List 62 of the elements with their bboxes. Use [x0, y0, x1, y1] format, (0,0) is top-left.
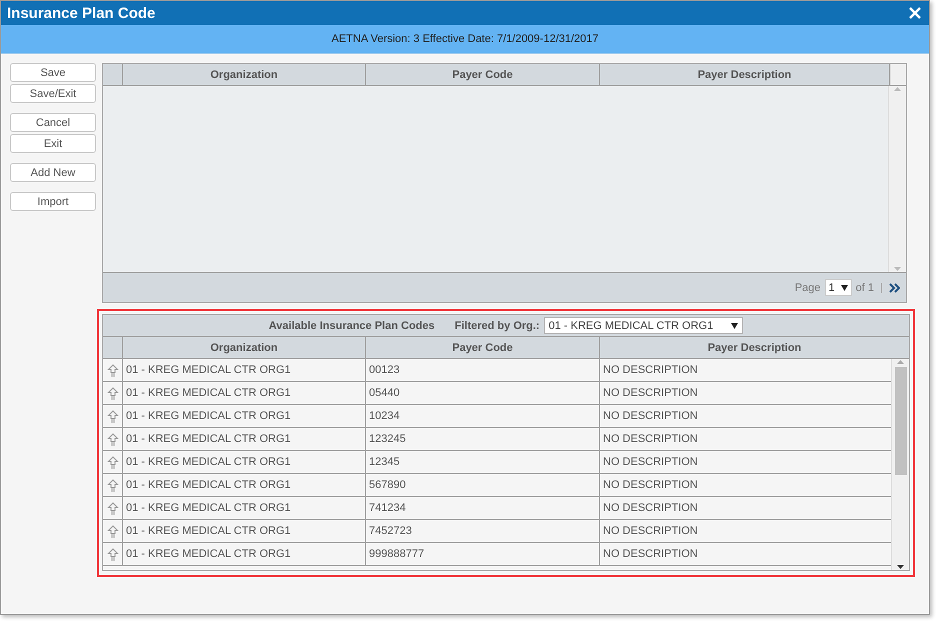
- window-title: Insurance Plan Code: [7, 4, 156, 22]
- organization-cell: 01 - KREG MEDICAL CTR ORG1: [123, 428, 366, 450]
- column-header[interactable]: Organization: [123, 64, 366, 85]
- column-header[interactable]: Organization: [123, 337, 366, 358]
- grid-caption: Available Insurance Plan Codes: [268, 320, 435, 332]
- last-page-icon[interactable]: [889, 282, 900, 292]
- payer-code-cell: 567890: [366, 474, 600, 496]
- move-up-icon[interactable]: [106, 364, 118, 376]
- action-button[interactable]: Cancel: [10, 113, 96, 132]
- move-up-icon[interactable]: [106, 432, 118, 446]
- payer-description-cell-text: NO DESCRIPTION: [602, 432, 699, 447]
- scrollbar[interactable]: [891, 359, 909, 570]
- action-button[interactable]: Import: [10, 192, 96, 211]
- move-up-icon[interactable]: [106, 524, 118, 538]
- payer-description-cell-text: NO DESCRIPTION: [602, 478, 699, 493]
- payer-code-cell: 741234: [366, 497, 600, 519]
- payer-code-cell: 7452723: [366, 520, 600, 542]
- close-icon[interactable]: [909, 7, 921, 19]
- move-up-icon[interactable]: [106, 548, 118, 560]
- organization-cell: 01 - KREG MEDICAL CTR ORG1: [123, 359, 366, 381]
- payer-code-cell: 05440: [366, 382, 600, 404]
- payer-description-cell-text: NO DESCRIPTION: [602, 501, 699, 516]
- organization-cell: 01 - KREG MEDICAL CTR ORG1: [123, 405, 366, 427]
- organization-cell: 01 - KREG MEDICAL CTR ORG1: [123, 451, 366, 473]
- move-up-icon[interactable]: [106, 456, 118, 468]
- action-button[interactable]: Add New: [10, 163, 96, 182]
- page-label: Page: [794, 282, 821, 294]
- column-header[interactable]: Payer Description: [600, 337, 909, 358]
- org-filter-dropdown[interactable]: 01 - KREG MEDICAL CTR ORG1: [544, 317, 744, 334]
- page-dropdown[interactable]: 1: [824, 279, 852, 296]
- column-header[interactable]: Payer Code: [366, 337, 600, 358]
- payer-description-cell-text: NO DESCRIPTION: [602, 386, 699, 401]
- plan-version-info: AETNA Version: 3 Effective Date: 7/1/2009-12/31/2017: [331, 33, 599, 45]
- payer-description-cell-text: NO DESCRIPTION: [602, 363, 699, 378]
- action-button[interactable]: Save/Exit: [10, 84, 96, 103]
- organization-cell: 01 - KREG MEDICAL CTR ORG1: [123, 497, 366, 519]
- payer-code-cell: 999888777: [366, 543, 600, 565]
- payer-description-cell-text: NO DESCRIPTION: [602, 547, 699, 562]
- move-up-icon[interactable]: [106, 386, 118, 400]
- filter-label: Filtered by Org.:: [454, 320, 540, 332]
- payer-code-cell: 10234: [366, 405, 600, 427]
- organization-cell: 01 - KREG MEDICAL CTR ORG1: [123, 382, 366, 404]
- payer-code-cell: 00123: [366, 359, 600, 381]
- scroll-down-icon: [897, 564, 904, 570]
- organization-cell: 01 - KREG MEDICAL CTR ORG1: [123, 543, 366, 565]
- payer-description-cell-text: NO DESCRIPTION: [602, 409, 699, 424]
- dropdown-arrow-icon: [840, 284, 848, 290]
- move-up-icon[interactable]: [106, 410, 118, 422]
- dropdown-arrow-icon: [731, 322, 738, 328]
- action-button[interactable]: Exit: [10, 134, 96, 153]
- scrollbar[interactable]: [888, 86, 906, 272]
- move-up-icon[interactable]: [106, 478, 118, 492]
- page-count: of 1: [856, 282, 874, 294]
- organization-cell: 01 - KREG MEDICAL CTR ORG1: [123, 474, 366, 496]
- payer-description-cell-text: NO DESCRIPTION: [602, 524, 699, 539]
- organization-cell: 01 - KREG MEDICAL CTR ORG1: [123, 520, 366, 542]
- payer-code-cell: 123245: [366, 428, 600, 450]
- payer-code-cell: 12345: [366, 451, 600, 473]
- payer-description-cell-text: NO DESCRIPTION: [602, 455, 699, 470]
- action-button[interactable]: Save: [10, 63, 96, 82]
- column-header[interactable]: Payer Code: [366, 64, 600, 85]
- move-up-icon[interactable]: [106, 502, 118, 514]
